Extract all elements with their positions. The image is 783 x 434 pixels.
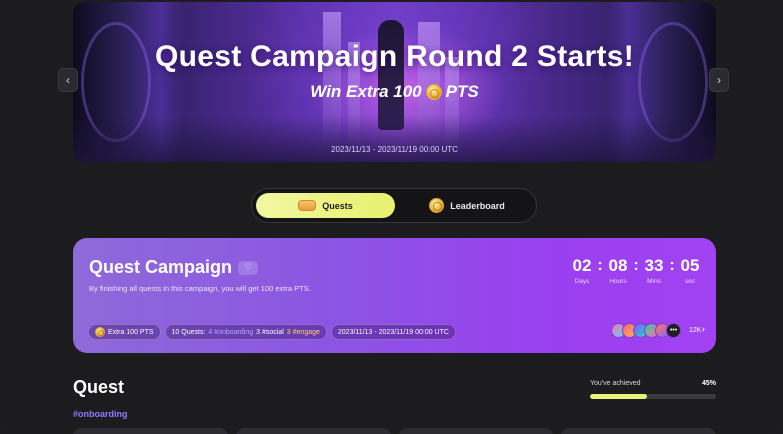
banner-subtitle-prefix: Win Extra 100 (310, 82, 422, 101)
campaign-title: Quest Campaign (89, 257, 233, 277)
quest-card-list (73, 428, 716, 434)
banner-subtitle: Win Extra 100 PTS (73, 82, 716, 102)
date-range-label: 2023/11/13 - 2023/11/19 00:00 UTC (337, 328, 449, 336)
campaign-title-row: Quest Campaign ♡ (89, 257, 259, 278)
quest-heading: Quest (73, 377, 125, 397)
leaderboard-coin-icon (429, 198, 445, 213)
reward-tag: Extra 100 PTS (88, 324, 161, 340)
view-toggle: Quests Leaderboard (251, 188, 537, 223)
countdown-hours-value: 08 (608, 256, 628, 275)
banner-subtitle-suffix: PTS (445, 82, 479, 101)
chevron-right-icon: › (717, 73, 721, 87)
heart-icon: ♡ (243, 262, 253, 272)
countdown-sec-label: sec (684, 278, 696, 285)
campaign-card[interactable]: Quest Campaign ♡ By finishing all quests… (73, 238, 716, 353)
countdown-timer: 02 Days : 08 Hours : 33 Mins : 05 sec (567, 256, 705, 285)
engage-count: 3 #engage (286, 328, 320, 336)
quests-count-tag: 10 Quests: 4 #onboarding 3 #social 3 #en… (164, 324, 327, 340)
favorite-button[interactable]: ♡ (238, 260, 259, 275)
countdown-mins: 33 Mins (639, 256, 669, 285)
countdown-days-value: 02 (572, 256, 592, 275)
quest-card[interactable] (561, 428, 716, 434)
tab-leaderboard-label: Leaderboard (450, 200, 505, 211)
countdown-mins-value: 33 (644, 256, 664, 275)
date-range-tag: 2023/11/13 - 2023/11/19 00:00 UTC (330, 324, 456, 340)
banner-next-button[interactable]: › (709, 68, 729, 92)
onboarding-count: 4 #onboarding (208, 328, 254, 336)
chevron-left-icon: ‹ (66, 73, 70, 87)
pts-coin-icon (95, 327, 105, 337)
tab-leaderboard[interactable]: Leaderboard (412, 193, 522, 218)
countdown-hours: 08 Hours (603, 256, 633, 285)
participants[interactable]: ••• 12K+ (611, 323, 706, 338)
banner-date: 2023/11/13 - 2023/11/19 00:00 UTC (331, 145, 458, 154)
countdown-days: 02 Days (567, 256, 597, 285)
campaign-banner[interactable]: Quest Campaign Round 2 Starts! Win Extra… (73, 2, 716, 162)
app-frame: Quest Campaign Round 2 Starts! Win Extra… (0, 0, 783, 434)
countdown-hours-label: Hours (609, 278, 627, 285)
countdown-mins-label: Mins (647, 278, 661, 285)
achieved-label: You've achieved (590, 380, 641, 387)
countdown-sec-value: 05 (680, 256, 700, 275)
campaign-tags: Extra 100 PTS 10 Quests: 4 #onboarding 3… (88, 324, 456, 340)
quest-card[interactable] (235, 428, 391, 434)
quests-fist-icon (298, 200, 317, 211)
ellipsis-icon: ••• (666, 323, 681, 338)
progress-bar-fill (590, 394, 647, 399)
countdown-sec: 05 sec (675, 256, 705, 285)
tab-quests[interactable]: Quests (256, 193, 395, 218)
countdown-days-label: Days (574, 278, 590, 285)
progress-bar (590, 394, 716, 399)
banner-title: Quest Campaign Round 2 Starts! (154, 40, 635, 73)
reward-tag-label: Extra 100 PTS (108, 328, 154, 336)
quests-count-label: 10 Quests: (171, 328, 206, 336)
achievement-progress: You've achieved 45% (590, 380, 716, 399)
pts-coin-icon (425, 84, 442, 100)
social-count: 3 #social (256, 328, 284, 336)
quest-card[interactable] (398, 428, 554, 434)
achieved-percent: 45% (701, 380, 716, 387)
participants-count: 12K+ (689, 327, 706, 334)
banner-floor (73, 116, 716, 162)
banner-prev-button[interactable]: ‹ (58, 68, 78, 92)
quest-category-onboarding[interactable]: #onboarding (73, 409, 128, 419)
quest-card[interactable] (73, 428, 228, 434)
tab-quests-label: Quests (322, 200, 353, 211)
banner-person-silhouette (378, 20, 404, 130)
campaign-description: By finishing all quests in this campaign… (89, 284, 311, 293)
